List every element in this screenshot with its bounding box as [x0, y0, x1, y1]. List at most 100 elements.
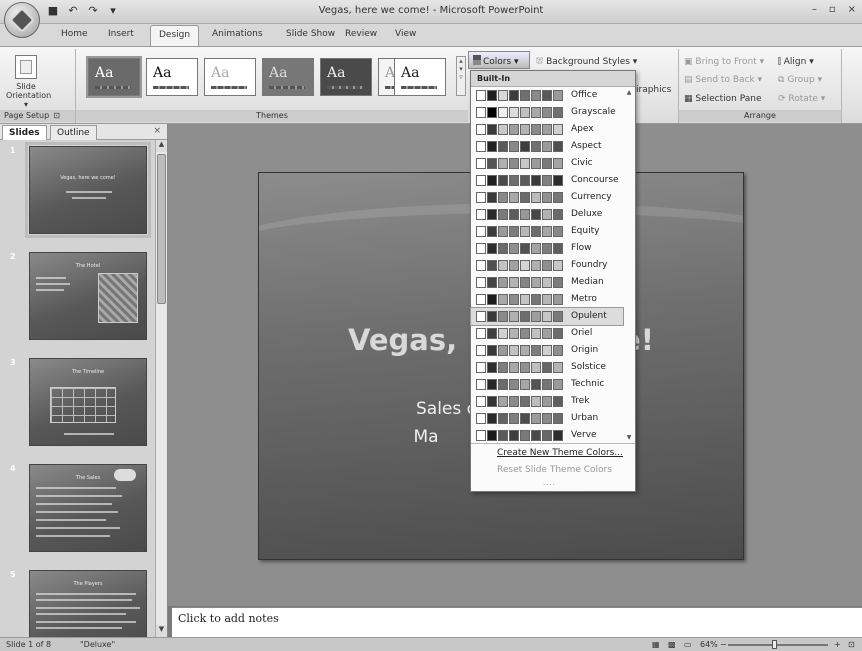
color-scheme-item[interactable]: Flow	[471, 240, 623, 257]
color-swatch	[476, 226, 486, 237]
theme-name[interactable]: "Deluxe"	[80, 640, 115, 649]
zoom-out-button[interactable]: −	[720, 640, 727, 649]
close-icon[interactable]: ×	[153, 126, 161, 136]
color-swatch	[476, 294, 486, 305]
close-button[interactable]: ×	[848, 4, 856, 15]
dropdown-scrollbar[interactable]: ▲ ▼	[625, 89, 633, 441]
color-scheme-item[interactable]: Office	[471, 87, 623, 104]
tab-design[interactable]: Design	[150, 25, 200, 46]
color-scheme-item[interactable]: Median	[471, 274, 623, 291]
color-scheme-item[interactable]: Concourse	[471, 172, 623, 189]
office-button[interactable]	[4, 2, 40, 38]
maximize-button[interactable]: ▫	[829, 4, 836, 15]
dialog-launcher-icon[interactable]: ⊡	[53, 111, 60, 120]
normal-view-icon[interactable]: ▦	[652, 640, 660, 649]
color-scheme-item[interactable]: Equity	[471, 223, 623, 240]
slides-pane-scrollbar[interactable]: ▲ ▼	[155, 140, 167, 637]
color-scheme-item[interactable]: Origin	[471, 342, 623, 359]
color-swatch	[509, 294, 519, 305]
color-swatch	[531, 107, 541, 118]
theme-thumb-7b[interactable]: Aa	[394, 58, 446, 96]
color-scheme-item[interactable]: Aspect	[471, 138, 623, 155]
slide-thumbnail-2[interactable]: The Hotel	[29, 252, 147, 340]
zoom-slider-handle[interactable]	[772, 640, 777, 649]
tab-slide-show[interactable]: Slide Show	[286, 29, 335, 39]
slide-thumbnail-4[interactable]: The Sales	[29, 464, 147, 552]
minimize-button[interactable]: –	[812, 4, 817, 15]
align-button[interactable]: ⫿ Align ▾	[778, 57, 814, 67]
group-button[interactable]: ⧉ Group ▾	[778, 75, 822, 85]
theme-thumb-5[interactable]: Aa	[320, 58, 372, 96]
scroll-up-icon[interactable]: ▲	[625, 89, 633, 96]
fit-to-window-icon[interactable]: ⊡	[848, 640, 855, 649]
status-bar: Slide 1 of 8 "Deluxe" ▦ ▩ ▭ 64% − + ⊡	[0, 637, 862, 651]
tab-animations[interactable]: Animations	[212, 29, 263, 39]
slide-thumbnail-3[interactable]: The Timeline	[29, 358, 147, 446]
color-scheme-item[interactable]: Trek	[471, 393, 623, 410]
color-swatch	[542, 141, 552, 152]
thumb-photo	[98, 273, 138, 323]
slides-pane: Slides Outline × 1 Vegas, here we come! …	[0, 124, 168, 637]
color-scheme-item[interactable]: Currency	[471, 189, 623, 206]
scroll-down-icon[interactable]: ▼	[156, 625, 167, 637]
color-scheme-item[interactable]: Deluxe	[471, 206, 623, 223]
color-scheme-name: Deluxe	[571, 209, 603, 219]
bring-to-front-button[interactable]: ▣ Bring to Front ▾	[684, 57, 764, 67]
color-scheme-item[interactable]: Civic	[471, 155, 623, 172]
send-to-back-button[interactable]: ▤ Send to Back ▾	[684, 75, 762, 85]
tab-view[interactable]: View	[395, 29, 416, 39]
color-swatch	[476, 311, 486, 322]
themes-gallery-scrollbar[interactable]: ▴ ▾ ▿	[456, 56, 466, 96]
color-swatch	[520, 107, 530, 118]
zoom-in-button[interactable]: +	[834, 640, 841, 649]
thumb-title: The Timeline	[71, 369, 105, 375]
zoom-slider[interactable]	[728, 644, 828, 646]
notes-pane[interactable]: Click to add notes	[172, 607, 862, 637]
color-scheme-item[interactable]: Verve	[471, 427, 623, 444]
rotate-button[interactable]: ⟳ Rotate ▾	[778, 94, 825, 104]
ribbon-tabs: Home Insert Design Animations Slide Show…	[0, 24, 862, 46]
tab-review[interactable]: Review	[345, 29, 377, 39]
color-scheme-item[interactable]: Opulent	[470, 307, 624, 326]
tab-slides[interactable]: Slides	[2, 125, 47, 140]
resize-grip-icon[interactable]: ····	[543, 481, 556, 489]
color-scheme-item[interactable]: Apex	[471, 121, 623, 138]
theme-thumb-3[interactable]: Aa	[204, 58, 256, 96]
theme-thumb-4[interactable]: Aa	[262, 58, 314, 96]
color-swatch	[498, 311, 508, 322]
tab-outline[interactable]: Outline	[50, 125, 97, 140]
color-scheme-name: Metro	[571, 294, 597, 304]
color-scheme-item[interactable]: Grayscale	[471, 104, 623, 121]
scrollbar-thumb[interactable]	[157, 154, 166, 304]
color-scheme-item[interactable]: Technic	[471, 376, 623, 393]
color-scheme-item[interactable]: Oriel	[471, 325, 623, 342]
color-scheme-item[interactable]: Solstice	[471, 359, 623, 376]
slide-sorter-view-icon[interactable]: ▩	[668, 640, 676, 649]
slide-orientation-button[interactable]: Slide Orientation ▾	[6, 55, 51, 109]
scroll-down-icon[interactable]: ▼	[625, 434, 633, 441]
tab-home[interactable]: Home	[61, 29, 88, 39]
color-swatch	[542, 277, 552, 288]
slide-thumbnail-1[interactable]: Vegas, here we come!	[25, 142, 151, 238]
color-swatch	[531, 124, 541, 135]
color-scheme-item[interactable]: Foundry	[471, 257, 623, 274]
tab-insert[interactable]: Insert	[108, 29, 134, 39]
slide-thumbnail-5[interactable]: The Players	[29, 570, 147, 637]
color-swatches	[476, 260, 563, 271]
color-swatch	[531, 243, 541, 254]
color-swatch	[509, 311, 519, 322]
slide-orientation-label: Slide	[16, 82, 36, 91]
align-label: Align	[783, 57, 807, 67]
slide-show-view-icon[interactable]: ▭	[684, 640, 692, 649]
colors-button[interactable]: Colors ▾	[468, 51, 530, 69]
zoom-level[interactable]: 64%	[700, 640, 718, 649]
selection-pane-button[interactable]: ▦ Selection Pane	[684, 94, 762, 104]
theme-thumb-2[interactable]: Aa	[146, 58, 198, 96]
color-swatch	[531, 413, 541, 424]
color-scheme-item[interactable]: Urban	[471, 410, 623, 427]
background-styles-button[interactable]: ⛆ Background Styles ▾	[536, 57, 637, 67]
scroll-up-icon[interactable]: ▲	[156, 140, 167, 152]
color-scheme-item[interactable]: Metro	[471, 291, 623, 308]
theme-thumb-1[interactable]: Aa	[86, 56, 142, 98]
create-new-theme-colors[interactable]: Create New Theme Colors...	[471, 444, 635, 461]
